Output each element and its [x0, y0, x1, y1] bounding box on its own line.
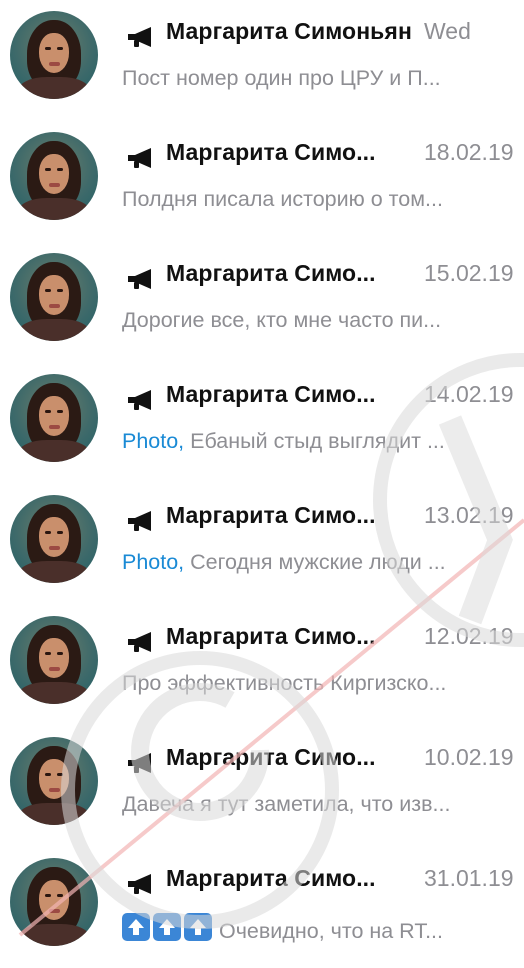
chat-date: 31.01.19	[424, 865, 514, 891]
chat-sender-name: Маргарита Симо...	[166, 623, 376, 649]
chat-date: 15.02.19	[424, 260, 514, 286]
chat-preview-text: Дорогие все, кто мне часто пи...	[122, 308, 442, 332]
chat-sender-name: Маргарита Симо...	[166, 139, 376, 165]
avatar[interactable]	[10, 132, 98, 220]
chat-preview-text: Пост номер один про ЦРУ и П...	[122, 66, 441, 90]
avatar[interactable]	[10, 11, 98, 99]
avatar[interactable]	[10, 495, 98, 583]
chat-preview-text: Полдня писала историю о том...	[122, 187, 443, 211]
megaphone-icon	[128, 148, 151, 168]
chat-row[interactable]: Маргарита Симо... 12.02.19 Про эффективн…	[0, 605, 524, 726]
chat-row[interactable]: Маргарита Симоньян Wed Пост номер один п…	[0, 0, 524, 121]
chat-preview-text: Про эффективность Киргизско...	[122, 671, 447, 695]
chat-preview: Дорогие все, кто мне часто пи...	[122, 308, 522, 333]
chat-date: 12.02.19	[424, 623, 514, 649]
megaphone-icon	[128, 27, 151, 47]
chat-sender-name: Маргарита Симо...	[166, 744, 376, 770]
chat-preview-text: Давеча я тут заметила, что изв...	[122, 792, 451, 816]
chat-row[interactable]: Маргарита Симо... 15.02.19 Дорогие все, …	[0, 242, 524, 363]
chat-sender-name: Маргарита Симо...	[166, 381, 376, 407]
megaphone-icon	[128, 874, 151, 894]
chat-sender-name: Маргарита Симо...	[166, 865, 376, 891]
chat-list: Маргарита Симоньян Wed Пост номер один п…	[0, 0, 524, 946]
avatar[interactable]	[10, 616, 98, 704]
chat-date: 14.02.19	[424, 381, 514, 407]
chat-preview-text: Сегодня мужские люди ...	[184, 550, 446, 574]
avatar[interactable]	[10, 737, 98, 825]
up-arrow-icon	[153, 913, 181, 941]
chat-preview: Полдня писала историю о том...	[122, 187, 522, 212]
chat-sender-name: Маргарита Симо...	[166, 260, 376, 286]
chat-row[interactable]: Маргарита Симо... 31.01.19 Очевидно, что…	[0, 847, 524, 968]
up-arrow-icon	[122, 913, 150, 941]
up-arrow-emoji-icon	[122, 913, 215, 947]
chat-preview: Очевидно, что на RT...	[122, 913, 522, 947]
chat-date: 13.02.19	[424, 502, 514, 528]
chat-row[interactable]: Маргарита Симо... 10.02.19 Давеча я тут …	[0, 726, 524, 847]
avatar[interactable]	[10, 374, 98, 462]
megaphone-icon	[128, 511, 151, 531]
chat-preview: Пост номер один про ЦРУ и П...	[122, 66, 522, 91]
megaphone-icon	[128, 632, 151, 652]
chat-preview: Photo, Ебаный стыд выглядит ...	[122, 429, 522, 454]
chat-preview-media-label: Photo,	[122, 550, 185, 574]
chat-preview: Давеча я тут заметила, что изв...	[122, 792, 522, 817]
chat-sender-name: Маргарита Симо...	[166, 502, 376, 528]
megaphone-icon	[128, 753, 151, 773]
chat-sender-name: Маргарита Симоньян	[166, 18, 412, 44]
chat-row[interactable]: Маргарита Симо... 14.02.19 Photo, Ебаный…	[0, 363, 524, 484]
megaphone-icon	[128, 390, 151, 410]
chat-row[interactable]: Маргарита Симо... 13.02.19 Photo, Сегодн…	[0, 484, 524, 605]
chat-preview: Про эффективность Киргизско...	[122, 671, 522, 696]
up-arrow-icon	[184, 913, 212, 941]
chat-row[interactable]: Маргарита Симо... 18.02.19 Полдня писала…	[0, 121, 524, 242]
avatar[interactable]	[10, 253, 98, 341]
chat-date: 10.02.19	[424, 744, 514, 770]
chat-date: Wed	[424, 18, 471, 44]
avatar[interactable]	[10, 858, 98, 946]
chat-preview: Photo, Сегодня мужские люди ...	[122, 550, 522, 575]
chat-preview-media-label: Photo,	[122, 429, 185, 453]
chat-preview-text: Ебаный стыд выглядит ...	[184, 429, 445, 453]
megaphone-icon	[128, 269, 151, 289]
chat-date: 18.02.19	[424, 139, 514, 165]
chat-preview-text: Очевидно, что на RT...	[219, 919, 443, 943]
